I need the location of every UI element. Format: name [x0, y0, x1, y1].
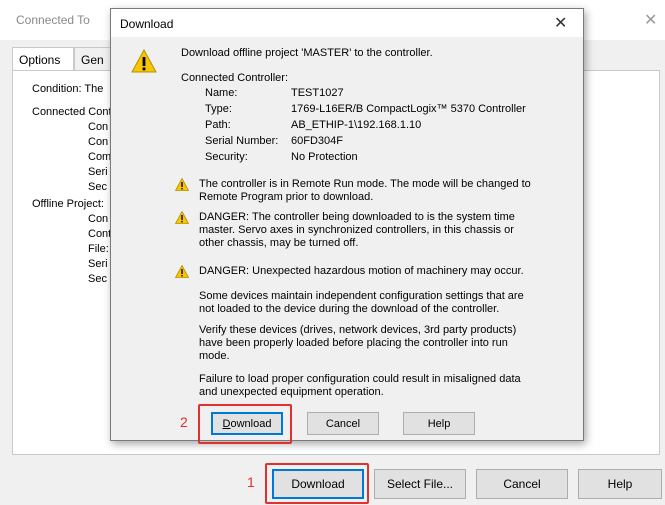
connected-row-path: Com [88, 151, 112, 163]
annotation-number-2: 2 [180, 414, 188, 430]
offline-row-name: Con [88, 213, 109, 225]
tab-general[interactable]: Gen [74, 47, 114, 71]
background-close-icon[interactable]: ✕ [644, 10, 657, 30]
tab-options[interactable]: Options [12, 47, 74, 72]
connected-row-type: Con [88, 136, 109, 148]
dialog-title: Download [120, 17, 174, 31]
offline-project-label: Offline Project: [32, 198, 104, 210]
offline-row-file: File: [88, 243, 109, 255]
connected-row-security: Sec [88, 181, 107, 193]
warning-remote-run-line-2: Remote Program prior to download. [199, 191, 374, 203]
annotation-box-step-1 [265, 463, 369, 504]
warning-triangle-icon [175, 211, 189, 224]
download-dialog: Download ✕ Download offline project 'MAS… [110, 8, 584, 441]
note-devices-line-1: Some devices maintain independent config… [199, 290, 524, 302]
connected-row-serial: Seri [88, 166, 108, 178]
field-serial-label: Serial Number: [205, 135, 279, 147]
warning-hazardous-motion: DANGER: Unexpected hazardous motion of m… [199, 265, 524, 277]
field-serial-value: 60FD304F [291, 135, 343, 147]
warning-triangle-icon [175, 265, 189, 278]
warning-time-master-line-3: other chassis, may be turned off. [199, 237, 359, 249]
connected-controller-heading: Connected Controller: [181, 72, 289, 84]
warning-remote-run-line-1: The controller is in Remote Run mode. Th… [199, 178, 531, 190]
warning-triangle-icon [131, 49, 157, 73]
help-button[interactable]: Help [578, 469, 662, 499]
annotation-number-1: 1 [247, 474, 255, 490]
warning-triangle-icon [175, 178, 189, 191]
connected-controller-label: Connected Cont [32, 106, 112, 118]
dialog-title-bar: Download ✕ [111, 9, 583, 37]
field-type-value: 1769-L16ER/B CompactLogix™ 5370 Controll… [291, 103, 526, 115]
cancel-button[interactable]: Cancel [476, 469, 568, 499]
note-failure-line-1: Failure to load proper configuration cou… [199, 373, 521, 385]
condition-label: Condition: The [32, 83, 104, 95]
field-security-value: No Protection [291, 151, 358, 163]
field-name-label: Name: [205, 87, 238, 99]
offline-row-security: Sec [88, 273, 107, 285]
note-devices-line-2: not loaded to the device during the down… [199, 303, 500, 315]
dialog-cancel-button[interactable]: Cancel [307, 412, 379, 435]
field-name-value: TEST1027 [291, 87, 344, 99]
field-path-label: Path: [205, 119, 231, 131]
note-verify-line-1: Verify these devices (drives, network de… [199, 324, 517, 336]
close-icon[interactable]: ✕ [554, 13, 567, 33]
note-failure-line-2: and unexpected equipment operation. [199, 386, 384, 398]
note-verify-line-3: mode. [199, 350, 230, 362]
field-path-value: AB_ETHIP-1\192.168.1.10 [291, 119, 422, 131]
field-security-label: Security: [205, 151, 248, 163]
field-type-label: Type: [205, 103, 232, 115]
annotation-box-step-2 [198, 404, 292, 444]
dialog-help-button[interactable]: Help [403, 412, 475, 435]
connected-row-name: Con [88, 121, 109, 133]
warning-time-master-line-1: DANGER: The controller being downloaded … [199, 211, 515, 223]
warning-time-master-line-2: master. Servo axes in synchronized contr… [199, 224, 514, 236]
select-file-button[interactable]: Select File... [374, 469, 466, 499]
download-intro-text: Download offline project 'MASTER' to the… [181, 47, 433, 59]
background-window-title: Connected To [16, 13, 90, 27]
offline-row-type: Cont [88, 228, 112, 240]
note-verify-line-2: have been properly loaded before placing… [199, 337, 508, 349]
offline-row-serial: Seri [88, 258, 108, 270]
